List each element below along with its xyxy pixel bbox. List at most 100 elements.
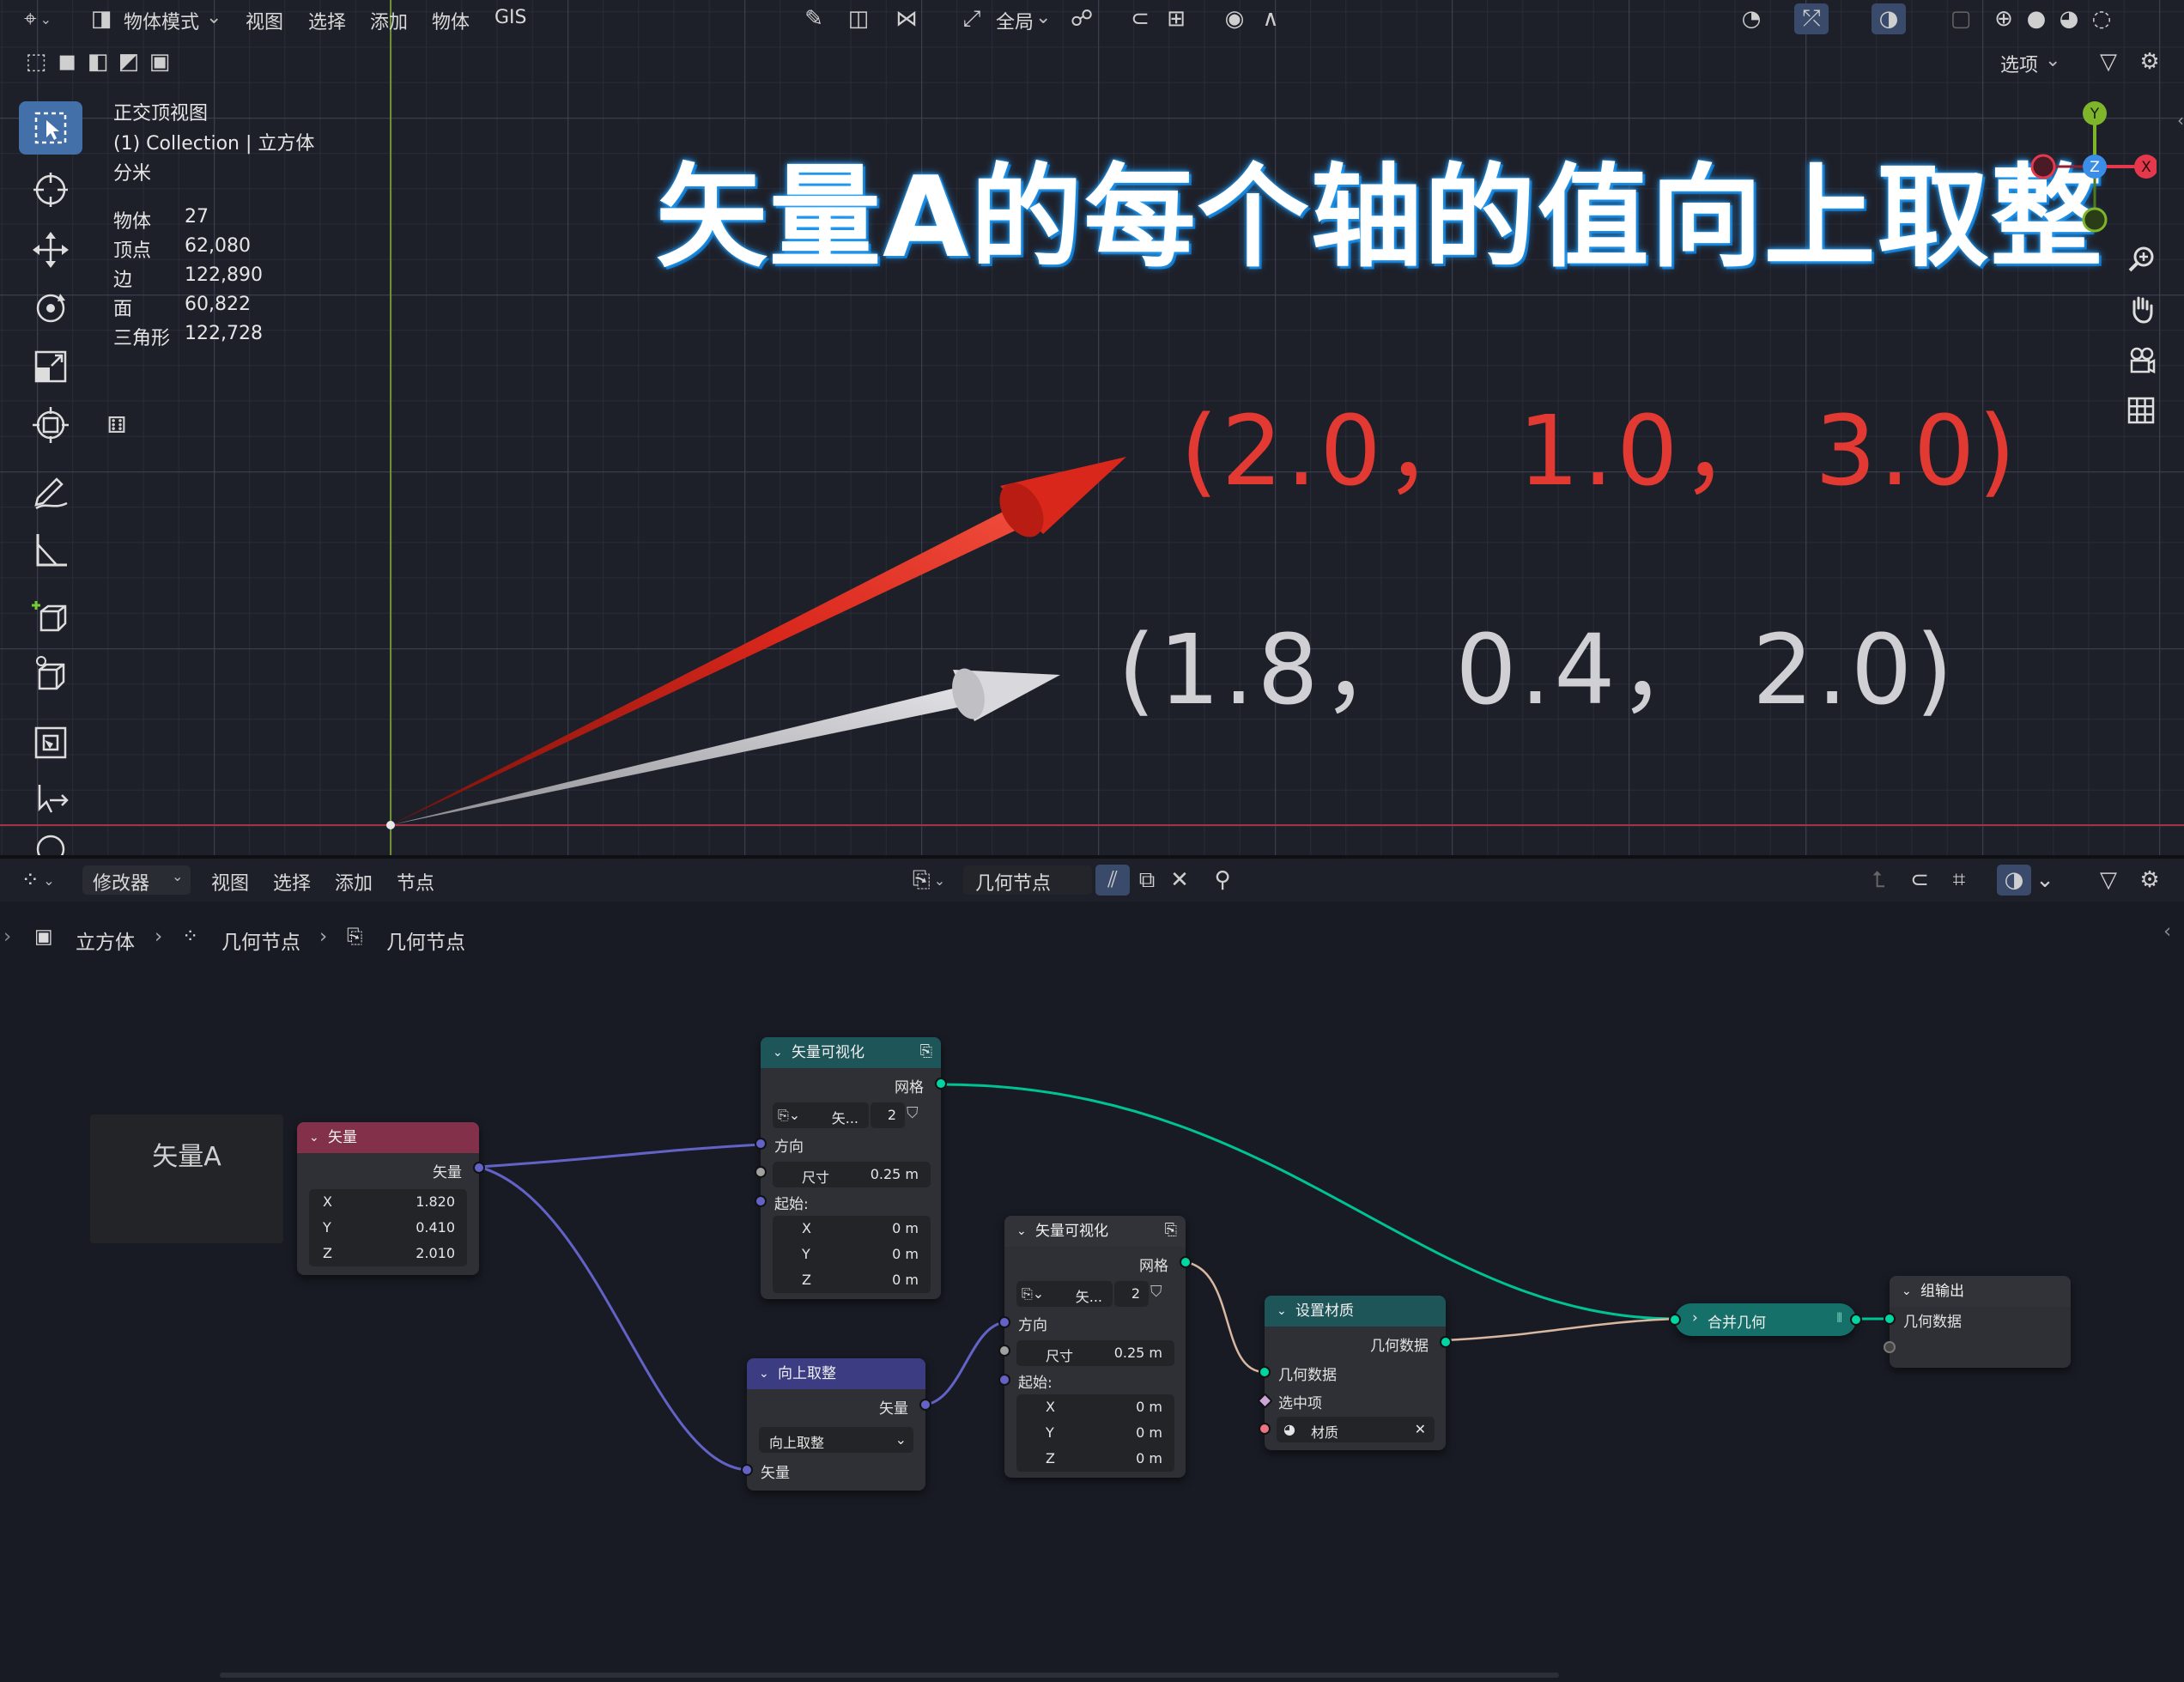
node-tree-type-icon[interactable]: ⎘ ⌄: [912, 865, 946, 896]
solid-shading-icon[interactable]: ●: [2019, 3, 2054, 34]
node-header[interactable]: ⌄ 向上取整: [747, 1358, 925, 1389]
tool-extrude[interactable]: [19, 647, 82, 701]
expand-chevron-icon[interactable]: ›: [1692, 1309, 1698, 1327]
node-menu-add[interactable]: 添加: [335, 868, 373, 896]
collapse-chevron-icon[interactable]: ⌄: [309, 1122, 319, 1153]
size-input-socket[interactable]: [755, 1166, 767, 1178]
vector-output-socket[interactable]: [919, 1399, 931, 1411]
wireframe-shading-icon[interactable]: ⊕: [1987, 3, 2021, 34]
tool-inset[interactable]: [19, 716, 82, 769]
rendered-shading-icon[interactable]: ◌: [2084, 3, 2119, 34]
set-material-node[interactable]: ⌄ 设置材质 几何数据 几何数据 选中项 ◕ 材质 ✕: [1257, 1296, 1452, 1450]
direction-input-socket[interactable]: [755, 1138, 767, 1150]
tool-add-cube[interactable]: [19, 591, 82, 644]
fake-user-shield-icon[interactable]: ⛉: [1150, 1283, 1162, 1301]
start-z-field[interactable]: Z 0 m: [773, 1267, 931, 1293]
geometry-output-socket[interactable]: [1440, 1336, 1452, 1348]
user-count[interactable]: 2: [1114, 1281, 1149, 1307]
mode-dropdown[interactable]: 物体模式: [124, 7, 199, 34]
3d-viewport[interactable]: ⌖ ⌄ ◨ 物体模式 ⌄ 视图 选择 添加 物体 GIS ✎ ◫ ⋈ ⤢ 全局 ⌄…: [0, 0, 2184, 855]
tool-shear[interactable]: [19, 773, 82, 826]
editor-type-dropdown[interactable]: 修改器 ⌄: [82, 865, 191, 895]
node-header[interactable]: ⌄ 矢量可视化: [761, 1037, 941, 1068]
tool-scale[interactable]: [19, 340, 82, 393]
start-x-field[interactable]: X 0 m: [1016, 1394, 1174, 1420]
tool-cursor[interactable]: [19, 163, 82, 216]
overlay-stats-toggle-icon[interactable]: ⚅: [100, 410, 134, 441]
fake-user-shield-icon[interactable]: ⛉: [907, 1104, 919, 1122]
node-menu-node[interactable]: 节点: [397, 868, 434, 896]
direction-input-socket[interactable]: [998, 1316, 1010, 1328]
material-input-socket[interactable]: [1259, 1423, 1271, 1435]
breadcrumb-object[interactable]: 立方体: [76, 926, 135, 955]
select-box-mode-icon[interactable]: ⬚: [19, 46, 53, 77]
start-input-socket[interactable]: [755, 1195, 767, 1207]
settings-gear-icon[interactable]: ⚙: [2132, 46, 2167, 77]
node-header[interactable]: ⌄ 组输出: [1890, 1276, 2071, 1307]
node-menu-view[interactable]: 视图: [211, 868, 249, 896]
tool-select-box[interactable]: [19, 101, 82, 155]
tool-annotate[interactable]: [19, 465, 82, 519]
geometry-input-socket[interactable]: [1669, 1314, 1681, 1326]
mesh-output-socket[interactable]: [935, 1078, 947, 1090]
falloff-icon[interactable]: ∧: [1253, 3, 1288, 34]
vector-output-socket[interactable]: [473, 1162, 485, 1174]
size-input-socket[interactable]: [998, 1345, 1010, 1357]
node-filter-icon[interactable]: ▽: [2091, 865, 2126, 896]
pin-icon[interactable]: ⚲: [1205, 865, 1240, 896]
breadcrumb-modifier[interactable]: 几何节点: [221, 926, 300, 955]
vector-visualize-node[interactable]: ⌄ 矢量可视化 ⎘ 网格 ⎘⌄ 矢... 2 ⛉ 方向 尺寸 0.25 m 起始: X…: [755, 1037, 947, 1299]
menu-select[interactable]: 选择: [308, 7, 346, 34]
collapse-chevron-icon[interactable]: ⌄: [1277, 1296, 1287, 1327]
snap-target-icon[interactable]: ◫: [841, 3, 876, 34]
node-editor[interactable]: ⁘ ⌄ 修改器 ⌄ 视图 选择 添加 节点 ⎘ ⌄ 几何节点 ⫽ ⧉ ✕ ⚲ ⮤ ⊂…: [0, 859, 2184, 1682]
start-input-socket[interactable]: [998, 1374, 1010, 1386]
navigation-gizmo[interactable]: Y X Z: [2019, 96, 2157, 242]
node-menu-select[interactable]: 选择: [273, 868, 311, 896]
snap-increment-icon[interactable]: ⊞: [1159, 3, 1193, 34]
node-overlay-caret-icon[interactable]: ⌄: [2028, 865, 2062, 896]
mesh-output-socket[interactable]: [1180, 1256, 1192, 1268]
node-header[interactable]: ⌄ 矢量可视化: [1004, 1216, 1186, 1247]
xray-icon[interactable]: ▢: [1944, 3, 1978, 34]
pan-hand-icon[interactable]: [2122, 290, 2160, 328]
collapse-chevron-icon[interactable]: ⌄: [1016, 1216, 1027, 1247]
start-y-field[interactable]: Y 0 m: [773, 1242, 931, 1267]
menu-gis[interactable]: GIS: [494, 7, 527, 28]
visibility-icon[interactable]: ◔: [1734, 3, 1768, 34]
vector-visualize-node[interactable]: ⌄ 矢量可视化 ⎘ 网格 ⎘⌄ 矢... 2 ⛉ 方向 尺寸 0.25 m 起始: X…: [998, 1216, 1192, 1478]
empty-input-socket[interactable]: [1884, 1341, 1896, 1353]
camera-view-icon[interactable]: [2122, 342, 2160, 380]
zoom-icon[interactable]: [2122, 240, 2160, 278]
menu-add[interactable]: 添加: [370, 7, 408, 34]
horizontal-scrollbar[interactable]: [220, 1673, 1559, 1678]
material-shading-icon[interactable]: ◕: [2052, 3, 2086, 34]
breadcrumb-expand-icon[interactable]: ›: [3, 926, 11, 948]
start-x-field[interactable]: X 0 m: [773, 1216, 931, 1242]
tool-move[interactable]: [19, 223, 82, 276]
size-field[interactable]: 尺寸 0.25 m: [1016, 1340, 1174, 1366]
collapse-chevron-icon[interactable]: ⌄: [1902, 1276, 1912, 1307]
node-header[interactable]: ⌄ 设置材质: [1265, 1296, 1446, 1327]
start-y-field[interactable]: Y 0 m: [1016, 1420, 1174, 1446]
tool-measure[interactable]: [19, 524, 82, 577]
node-overlay-icon[interactable]: ◑: [1997, 865, 2031, 896]
node-snap-grid-icon[interactable]: ⌗: [1942, 865, 1976, 896]
tool-transform[interactable]: [19, 398, 82, 452]
tool-rotate[interactable]: [19, 282, 82, 335]
select-intersect-icon[interactable]: ▣: [143, 46, 177, 77]
material-field[interactable]: ◕ 材质 ✕: [1277, 1417, 1435, 1442]
z-field[interactable]: Z 2.010: [309, 1241, 467, 1266]
node-sidebar-collapse-icon[interactable]: ‹: [2163, 920, 2171, 943]
group-output-node[interactable]: ⌄ 组输出 几何数据: [1884, 1276, 2071, 1368]
select-invert-icon[interactable]: ◩: [112, 46, 146, 77]
node-snap-icon[interactable]: ⊂: [1902, 865, 1937, 896]
select-extend-icon[interactable]: ◼: [50, 46, 84, 77]
duplicate-icon[interactable]: ⧉: [1130, 865, 1164, 896]
snap-icon[interactable]: ⊂: [1123, 3, 1157, 34]
geometry-input-socket[interactable]: [1259, 1366, 1271, 1378]
node-tree-name-field[interactable]: 几何节点: [963, 865, 1092, 895]
x-field[interactable]: X 1.820: [309, 1189, 467, 1215]
size-field[interactable]: 尺寸 0.25 m: [773, 1162, 931, 1187]
pivot-icon[interactable]: ☍: [1065, 3, 1099, 34]
